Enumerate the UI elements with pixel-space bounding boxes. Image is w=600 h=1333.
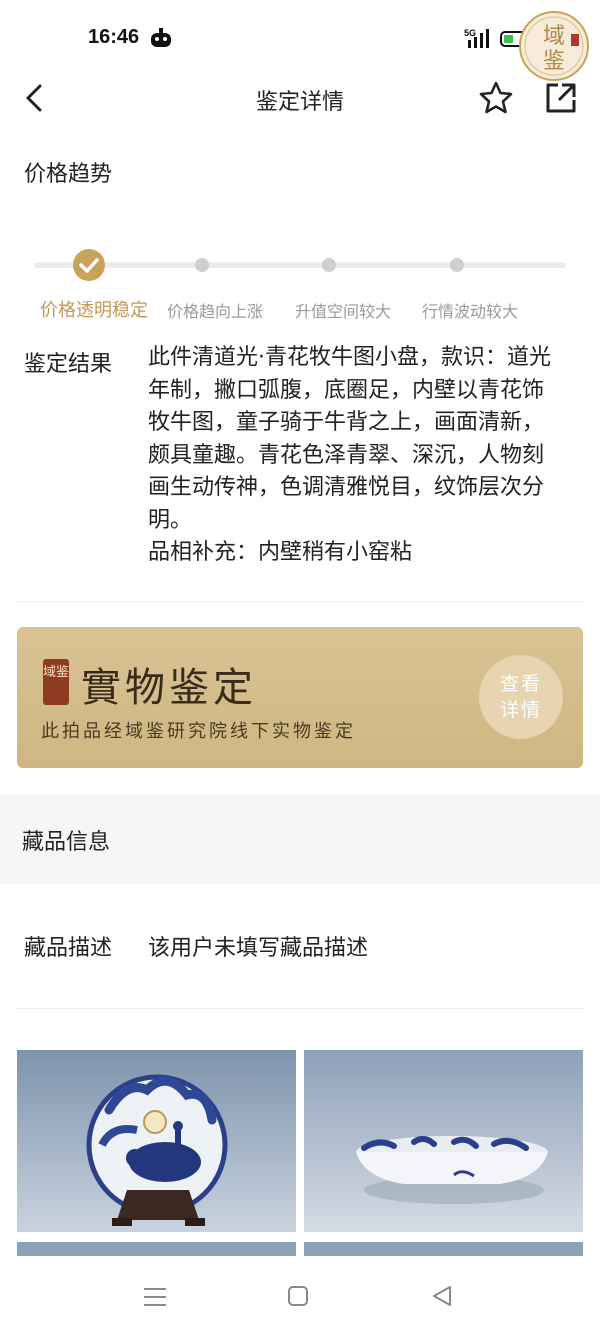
trend-step-4-dot — [450, 258, 464, 272]
svg-text:5G: 5G — [464, 28, 476, 38]
share-icon[interactable] — [542, 80, 578, 116]
divider — [16, 601, 584, 602]
trend-step-label: 升值空间较大 — [295, 302, 392, 321]
view-details-button[interactable]: 查看 详情 — [479, 655, 563, 739]
status-time: 16:46 — [88, 26, 140, 48]
banner-subtitle: 此拍品经域鉴研究院线下实物鉴定 — [41, 721, 356, 742]
home-icon[interactable] — [286, 1284, 310, 1308]
item-photo-partial[interactable] — [17, 1242, 296, 1256]
trend-step-3-dot — [322, 258, 336, 272]
view-details-line2: 详情 — [499, 699, 542, 721]
trend-step-1-check-icon — [73, 249, 105, 281]
banner-title: 實物鉴定 — [81, 665, 257, 711]
svg-text:域: 域 — [543, 24, 565, 49]
collection-desc-text: 该用户未填写藏品描述 — [148, 936, 369, 961]
status-bar: 16:46 5G 域 鉴 — [0, 0, 600, 81]
trend-step-label: 价格透明稳定 — [40, 300, 148, 321]
signal-icon: 5G — [464, 28, 489, 48]
physical-appraisal-banner[interactable]: 域鉴 實物鉴定 此拍品经域鉴研究院线下实物鉴定 查看 详情 — [17, 627, 583, 768]
item-photo-side[interactable] — [304, 1050, 583, 1232]
divider — [16, 1008, 584, 1009]
favorite-star-icon[interactable] — [478, 80, 514, 116]
trend-track — [34, 262, 566, 268]
price-trend-title: 价格趋势 — [24, 162, 113, 187]
appraisal-result-label: 鉴定结果 — [24, 352, 113, 377]
appraisal-description: 此件清道光·青花牧牛图小盘，款识：道光年制，撇口弧腹，底圈足，内壁以青花饰牧牛图… — [148, 345, 551, 533]
trend-step-2-dot — [195, 258, 209, 272]
yujian-seal-icon: 域鉴 — [43, 659, 69, 705]
collection-info-header: 藏品信息 — [0, 794, 600, 884]
condition-supplement: 品相补充：内壁稍有小窑粘 — [148, 540, 413, 565]
collection-info-title: 藏品信息 — [22, 830, 111, 855]
trend-step-label: 行情波动较大 — [422, 302, 519, 321]
recent-apps-icon[interactable] — [142, 1286, 168, 1308]
item-photo-partial[interactable] — [304, 1242, 583, 1256]
view-details-line1: 查看 — [499, 673, 542, 695]
trend-step-label: 价格趋向上涨 — [167, 302, 264, 321]
system-nav-bar — [0, 1262, 600, 1333]
item-photo-front[interactable] — [17, 1050, 296, 1232]
nav-bar: 鉴定详情 — [0, 70, 600, 126]
system-back-icon[interactable] — [430, 1284, 454, 1308]
notification-app-icon — [151, 28, 171, 47]
collection-desc-label: 藏品描述 — [24, 936, 113, 961]
appraisal-result-text: 此件清道光·青花牧牛图小盘，款识：道光年制，撇口弧腹，底圈足，内壁以青花饰牧牛图… — [148, 342, 558, 570]
